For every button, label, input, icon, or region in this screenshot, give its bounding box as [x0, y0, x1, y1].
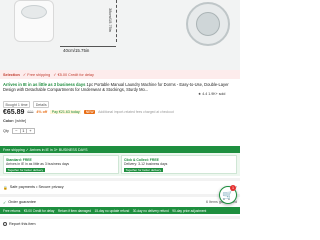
- qty-value[interactable]: 1: [19, 128, 27, 134]
- price: €65.89: [3, 108, 25, 116]
- click-text: Delivery: 3-12 business days: [124, 162, 168, 167]
- shipping-banner[interactable]: Free shipping ✓ Arrives in IE in 3+ BUSI…: [0, 146, 240, 153]
- guarantee-label: Order guarantee: [8, 200, 37, 204]
- guarantee-items: Free returns €5.00 Credit for delay Retu…: [0, 207, 240, 214]
- cart-icon: 🛒: [222, 189, 234, 200]
- guarantee-item: Return if item damaged: [57, 208, 91, 213]
- shipping-banner-text: Free shipping ✓ Arrives in IE in 3+ BUSI…: [3, 147, 88, 152]
- selection-label: Selection: [3, 72, 20, 77]
- info-chips: Bought 1 time Details: [3, 101, 50, 108]
- qty-minus-button[interactable]: −: [13, 128, 20, 134]
- cart-count-badge: 1: [230, 185, 236, 191]
- click-pill: Together for better delivery: [124, 167, 163, 173]
- guarantee-item: €5.00 Credit for delay: [23, 208, 55, 213]
- credit-chip: ✓ €5.00 Credit for delay: [53, 72, 94, 77]
- price-row: €65.89 €69 4% off Pay €21.63 today NEW A…: [3, 108, 174, 116]
- color-value: [white]: [15, 119, 27, 123]
- free-shipping-chip: ✓ Free shipping: [22, 72, 51, 77]
- rating-value: 4.4: [202, 92, 208, 96]
- report-item-row[interactable]: Report this item: [3, 222, 36, 226]
- report-label: Report this item: [9, 222, 36, 226]
- lock-icon: 🔒: [3, 185, 8, 190]
- standard-text: Arrives in IE in as little as 3 business…: [6, 162, 70, 167]
- bought-chip: Bought 1 time: [3, 101, 31, 108]
- details-chip[interactable]: Details: [33, 101, 50, 108]
- order-guarantee-row[interactable]: ✓ Order guarantee 6 Items guaranteed: [3, 198, 237, 206]
- color-label: Color:: [3, 119, 15, 123]
- old-price: €69: [27, 110, 34, 114]
- discount: 4% off: [36, 110, 48, 114]
- guarantee-item: Free returns: [3, 208, 21, 213]
- safe-payments-label: Safe payments • Secure privacy: [9, 185, 64, 189]
- quantity-stepper[interactable]: − 1 +: [11, 128, 35, 134]
- selection-bar: Selection ✓ Free shipping ✓ €5.00 Credit…: [0, 70, 240, 79]
- check-icon: ✓: [53, 72, 57, 77]
- guarantee-item: 15-day no update refund: [94, 208, 130, 213]
- import-fee-note: Additional import-related fees charged a…: [98, 110, 174, 114]
- click-collect-option[interactable]: Click & Collect: FREE Delivery: 3-12 bus…: [121, 155, 237, 174]
- check-icon: ✓: [22, 72, 27, 77]
- product-image[interactable]: 38cm/15.75in 40cm/15.75in: [0, 0, 240, 70]
- guarantee-item: 90-day price adjustment: [172, 208, 207, 213]
- height-dimension-label: 38cm/15.75in: [108, 8, 113, 33]
- safe-payments-row[interactable]: 🔒 Safe payments • Secure privacy ›: [3, 183, 237, 191]
- color-row[interactable]: Color: [white]: [3, 119, 26, 123]
- shield-icon: ✓: [3, 200, 7, 205]
- pay-today: Pay €21.63 today: [50, 110, 82, 114]
- width-dimension-label: 40cm/15.75in: [63, 48, 90, 53]
- product-title: Arrives in IE in as little as 3 business…: [3, 82, 237, 92]
- qty-row: Qty − 1 +: [3, 128, 35, 134]
- standard-pill: Together for better delivery: [6, 167, 45, 173]
- standard-shipping-option[interactable]: Standard: FREE Arrives in IE in as littl…: [3, 155, 119, 174]
- star-icon: ★: [198, 92, 202, 96]
- drum-detail-drawing: [186, 2, 230, 46]
- rating[interactable]: ★ 4.4 1.9K+ sold: [198, 92, 225, 96]
- washing-machine-drawing: [14, 0, 54, 42]
- new-badge: NEW: [84, 110, 96, 114]
- qty-plus-button[interactable]: +: [27, 128, 34, 134]
- guarantee-item: 30-day no delivery refund: [132, 208, 169, 213]
- qty-label: Qty: [3, 129, 9, 133]
- height-dimension-line: [116, 0, 117, 42]
- flag-icon: [3, 222, 7, 226]
- shipping-options: Standard: FREE Arrives in IE in as littl…: [0, 153, 240, 176]
- width-dimension-line: [60, 46, 116, 47]
- sold-count: 1.9K+ sold: [208, 92, 226, 96]
